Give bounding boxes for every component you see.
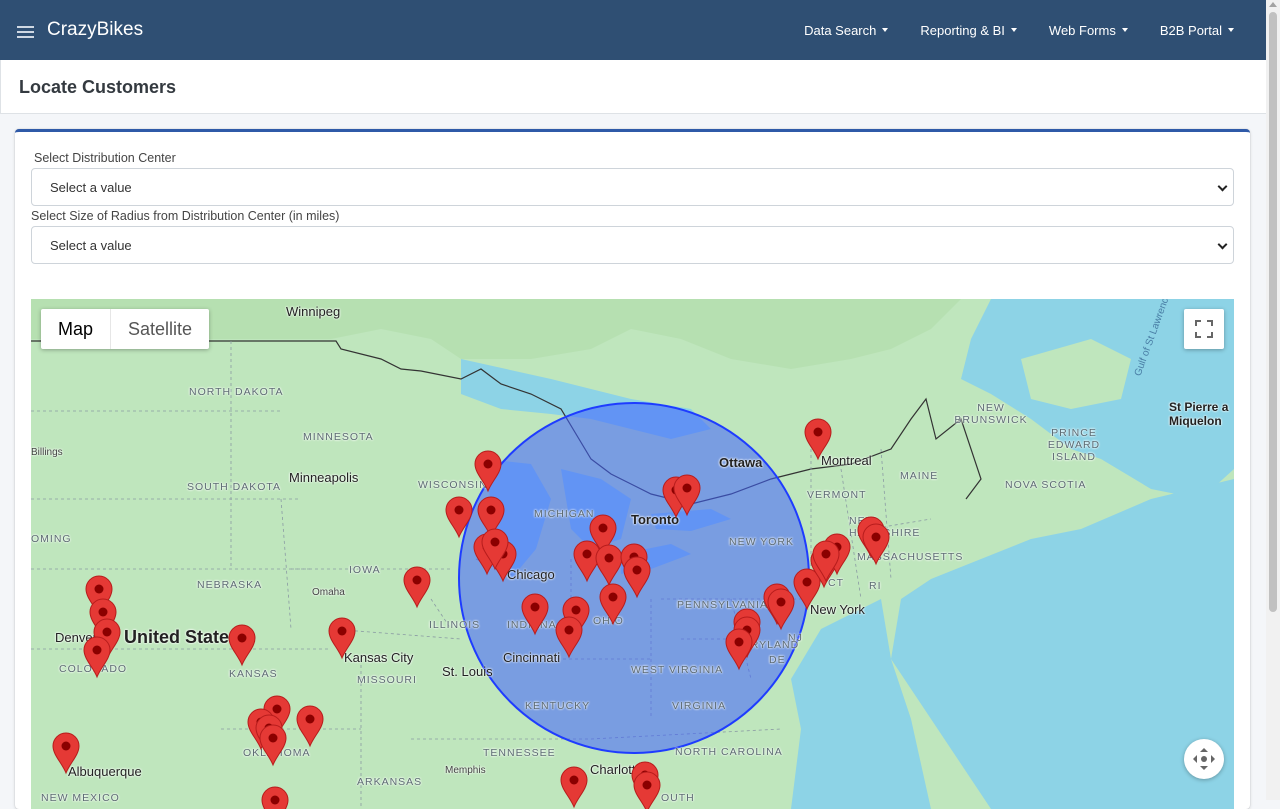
customer-marker-icon[interactable]: [259, 724, 287, 767]
nav-web-forms[interactable]: Web Forms: [1049, 23, 1128, 38]
customer-marker-icon[interactable]: [804, 418, 832, 461]
scrollbar-thumb[interactable]: [1269, 12, 1277, 612]
brand-name[interactable]: CrazyBikes: [47, 19, 143, 41]
scroll-up-icon[interactable]: [1269, 2, 1277, 7]
nav-b2b-portal[interactable]: B2B Portal: [1160, 23, 1234, 38]
customer-marker-icon[interactable]: [328, 617, 356, 660]
customer-marker-icon[interactable]: [793, 568, 821, 611]
chevron-down-icon: [1217, 239, 1228, 250]
hamburger-menu-icon[interactable]: [17, 26, 34, 39]
nav-label: B2B Portal: [1159, 22, 1222, 38]
map-type-map-button[interactable]: Map: [41, 309, 110, 349]
fullscreen-button[interactable]: [1184, 309, 1224, 349]
customer-marker-icon[interactable]: [445, 496, 473, 539]
top-navbar: CrazyBikes Data Search Reporting & BI We…: [0, 0, 1266, 60]
customer-marker-icon[interactable]: [560, 766, 588, 809]
move-icon: [1193, 748, 1215, 770]
radius-label: Select Size of Radius from Distribution …: [31, 209, 340, 223]
customer-marker-icon[interactable]: [403, 566, 431, 609]
caret-down-icon: [1121, 28, 1128, 32]
customer-marker-icon[interactable]: [725, 628, 753, 671]
marker-layer: [52, 418, 890, 809]
distribution-center-select[interactable]: Select a value: [31, 168, 1234, 206]
caret-down-icon: [882, 28, 889, 32]
fullscreen-icon: [1195, 320, 1213, 338]
customer-marker-icon[interactable]: [261, 786, 289, 809]
page-scrollbar[interactable]: [1266, 0, 1280, 800]
nav-label: Web Forms: [1048, 22, 1116, 38]
customer-marker-icon[interactable]: [599, 583, 627, 626]
nav-reporting-bi[interactable]: Reporting & BI: [920, 23, 1017, 38]
nav-menu: Data Search Reporting & BI Web Forms B2B…: [804, 0, 1266, 60]
distribution-center-label: Select Distribution Center: [34, 151, 176, 165]
customer-marker-icon[interactable]: [767, 588, 795, 631]
camera-control-button[interactable]: [1184, 739, 1224, 779]
caret-down-icon: [1010, 28, 1017, 32]
radius-select[interactable]: Select a value: [31, 226, 1234, 264]
map-type-control: Map Satellite: [41, 309, 210, 349]
customer-marker-icon[interactable]: [83, 636, 111, 679]
chevron-down-icon: [1217, 181, 1228, 192]
select-value: Select a value: [50, 180, 132, 195]
customer-marker-icon[interactable]: [228, 624, 256, 667]
customer-marker-icon[interactable]: [595, 544, 623, 587]
page-header: Locate Customers: [0, 60, 1266, 114]
customer-marker-icon[interactable]: [623, 556, 651, 599]
nav-data-search[interactable]: Data Search: [804, 22, 889, 38]
page-title: Locate Customers: [19, 77, 177, 97]
nav-label: Reporting & BI: [920, 22, 1005, 38]
customer-marker-icon[interactable]: [862, 523, 890, 566]
customer-marker-icon[interactable]: [555, 616, 583, 659]
customer-marker-icon[interactable]: [633, 771, 661, 809]
customer-marker-icon[interactable]: [474, 450, 502, 493]
customer-map[interactable]: Winnipeg NORTH DAKOTA MINNESOTA SOUTH DA…: [31, 299, 1234, 809]
customer-marker-icon[interactable]: [521, 593, 549, 636]
map-type-satellite-button[interactable]: Satellite: [111, 309, 209, 349]
customer-marker-icon[interactable]: [52, 732, 80, 775]
locate-card: Select Distribution Center Select a valu…: [15, 129, 1250, 809]
customer-marker-icon[interactable]: [296, 705, 324, 748]
nav-label: Data Search: [804, 22, 877, 38]
select-value: Select a value: [50, 238, 132, 253]
caret-down-icon: [1228, 28, 1234, 32]
